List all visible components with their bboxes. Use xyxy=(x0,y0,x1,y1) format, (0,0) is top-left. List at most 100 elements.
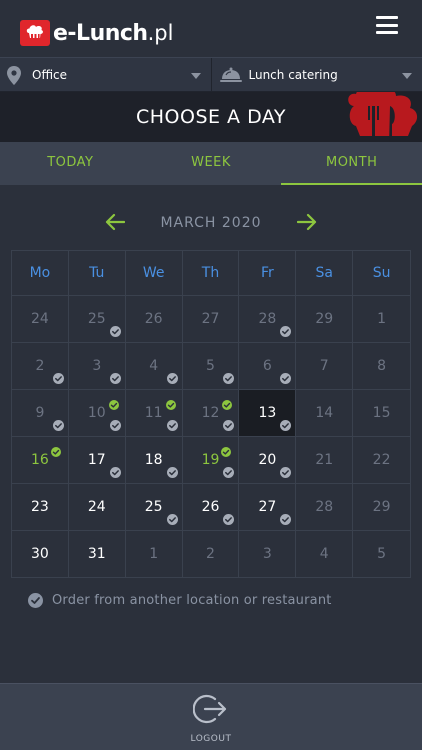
day-number: 2 xyxy=(206,546,215,562)
day-number: 23 xyxy=(31,499,49,515)
arrow-right-icon[interactable] xyxy=(297,213,317,231)
filter-selectors: Office Lunch catering xyxy=(0,57,422,92)
calendar-day-cell[interactable]: 23 xyxy=(12,484,69,530)
day-number: 10 xyxy=(87,405,106,421)
calendar-day-cell[interactable]: 24 xyxy=(12,296,69,342)
calendar-day-cell[interactable]: 1 xyxy=(353,296,410,342)
hamburger-icon[interactable] xyxy=(376,16,398,34)
calendar-day-cell[interactable]: 15 xyxy=(353,390,410,436)
calendar-day-cell[interactable]: 29 xyxy=(296,296,354,342)
calendar-week-row: 24 25 26 27 28 29 1 xyxy=(12,295,410,342)
calendar-day-cell[interactable]: 8 xyxy=(353,343,410,389)
calendar-day-cell[interactable]: 27 xyxy=(183,296,240,342)
logout-icon xyxy=(192,694,227,724)
calendar-day-cell[interactable]: 20 xyxy=(239,437,297,483)
calendar-day-cell[interactable]: 5 xyxy=(183,343,240,389)
calendar-day-cell[interactable]: 29 xyxy=(353,484,410,530)
calendar-week-row: 30 31 1 2 3 4 5 xyxy=(12,530,410,577)
calendar-day-cell[interactable]: 4 xyxy=(296,531,354,577)
chevron-down-icon xyxy=(190,73,201,79)
calendar-day-cell[interactable]: 9 xyxy=(12,390,69,436)
tab-week[interactable]: WEEK xyxy=(141,142,282,185)
day-number: 25 xyxy=(87,311,106,327)
day-number: 26 xyxy=(144,311,163,327)
calendar-day-cell[interactable]: 31 xyxy=(69,531,126,577)
calendar-day-cell[interactable]: 22 xyxy=(353,437,410,483)
restaurant-value: Lunch catering xyxy=(248,67,338,82)
calendar-day-cell[interactable]: 10 xyxy=(69,390,126,436)
calendar-day-cell[interactable]: 19 xyxy=(183,437,240,483)
month-navigation: MARCH 2020 xyxy=(0,205,422,241)
logout-button[interactable]: LOGOUT xyxy=(186,692,236,744)
top-bar: e-Lunch .pl xyxy=(0,0,422,57)
available-check-icon xyxy=(223,373,235,384)
app-logo[interactable]: e-Lunch .pl xyxy=(20,19,173,47)
day-number: 5 xyxy=(377,546,387,562)
restaurant-selector[interactable]: Lunch catering xyxy=(210,58,422,91)
day-number: 14 xyxy=(315,405,334,421)
calendar-day-cell[interactable]: 26 xyxy=(183,484,240,530)
order-elsewhere-option[interactable]: Order from another location or restauran… xyxy=(28,591,332,609)
logo-suffix: .pl xyxy=(147,21,174,45)
calendar-day-cell[interactable]: 11 xyxy=(126,390,183,436)
day-number: 4 xyxy=(149,358,159,374)
day-number: 27 xyxy=(201,311,220,327)
calendar-day-cell[interactable]: 3 xyxy=(239,531,297,577)
calendar-week-row: 9 10 11 12 13 14 15 xyxy=(12,389,410,436)
calendar-day-cell[interactable]: 4 xyxy=(126,343,183,389)
day-number: 24 xyxy=(31,311,49,327)
day-number: 22 xyxy=(372,452,391,468)
calendar-day-cell[interactable]: 2 xyxy=(183,531,240,577)
month-calendar: Mo Tu We Th Fr Sa Su 24 25 26 27 28 29 1 2 3 4 5 6 7… xyxy=(11,250,411,578)
day-number: 29 xyxy=(315,311,334,327)
bottom-bar: LOGOUT xyxy=(0,683,422,750)
calendar-day-cell[interactable]: 24 xyxy=(69,484,126,530)
check-circle-icon[interactable] xyxy=(28,592,43,608)
logout-label: LOGOUT xyxy=(190,734,232,744)
calendar-day-cell[interactable]: 13 xyxy=(239,390,297,436)
calendar-day-cell[interactable]: 1 xyxy=(126,531,183,577)
available-check-icon xyxy=(166,373,178,384)
calendar-day-cell[interactable]: 3 xyxy=(69,343,126,389)
calendar-day-cell[interactable]: 25 xyxy=(69,296,126,342)
ordered-check-icon xyxy=(165,400,176,410)
weekday-label: Mo xyxy=(12,251,69,295)
calendar-day-cell[interactable]: 16 xyxy=(12,437,69,483)
available-check-icon xyxy=(109,420,121,431)
location-selector[interactable]: Office xyxy=(0,58,211,91)
day-number: 24 xyxy=(87,499,106,515)
tab-today[interactable]: TODAY xyxy=(0,142,141,185)
day-number: 11 xyxy=(144,405,163,421)
day-number: 13 xyxy=(258,405,277,421)
calendar-day-cell[interactable]: 30 xyxy=(12,531,69,577)
day-number: 29 xyxy=(372,499,391,515)
day-number: 31 xyxy=(87,546,106,562)
calendar-day-cell[interactable]: 18 xyxy=(126,437,183,483)
calendar-day-cell[interactable]: 25 xyxy=(126,484,183,530)
weekday-label: Sa xyxy=(296,251,354,295)
available-check-icon xyxy=(52,373,64,384)
ordered-check-icon xyxy=(221,447,232,457)
calendar-day-cell[interactable]: 14 xyxy=(296,390,354,436)
calendar-day-cell[interactable]: 27 xyxy=(239,484,297,530)
calendar-day-cell[interactable]: 6 xyxy=(239,343,297,389)
calendar-day-cell[interactable]: 7 xyxy=(296,343,354,389)
chef-hat-icon xyxy=(20,20,50,46)
calendar-day-cell[interactable]: 5 xyxy=(353,531,410,577)
calendar-day-cell[interactable]: 28 xyxy=(239,296,297,342)
ordered-check-icon xyxy=(108,400,119,410)
calendar-day-cell[interactable]: 2 xyxy=(12,343,69,389)
calendar-day-cell[interactable]: 17 xyxy=(69,437,126,483)
calendar-day-cell[interactable]: 21 xyxy=(296,437,354,483)
day-number: 5 xyxy=(206,358,215,374)
available-check-icon xyxy=(223,420,235,431)
calendar-day-cell[interactable]: 28 xyxy=(296,484,354,530)
arrow-left-icon[interactable] xyxy=(105,213,125,231)
available-check-icon xyxy=(223,514,235,525)
day-number: 28 xyxy=(258,311,277,327)
calendar-day-cell[interactable]: 12 xyxy=(183,390,240,436)
tab-month[interactable]: MONTH xyxy=(281,142,422,185)
available-check-icon xyxy=(280,467,292,478)
available-check-icon xyxy=(166,467,178,478)
calendar-day-cell[interactable]: 26 xyxy=(126,296,183,342)
